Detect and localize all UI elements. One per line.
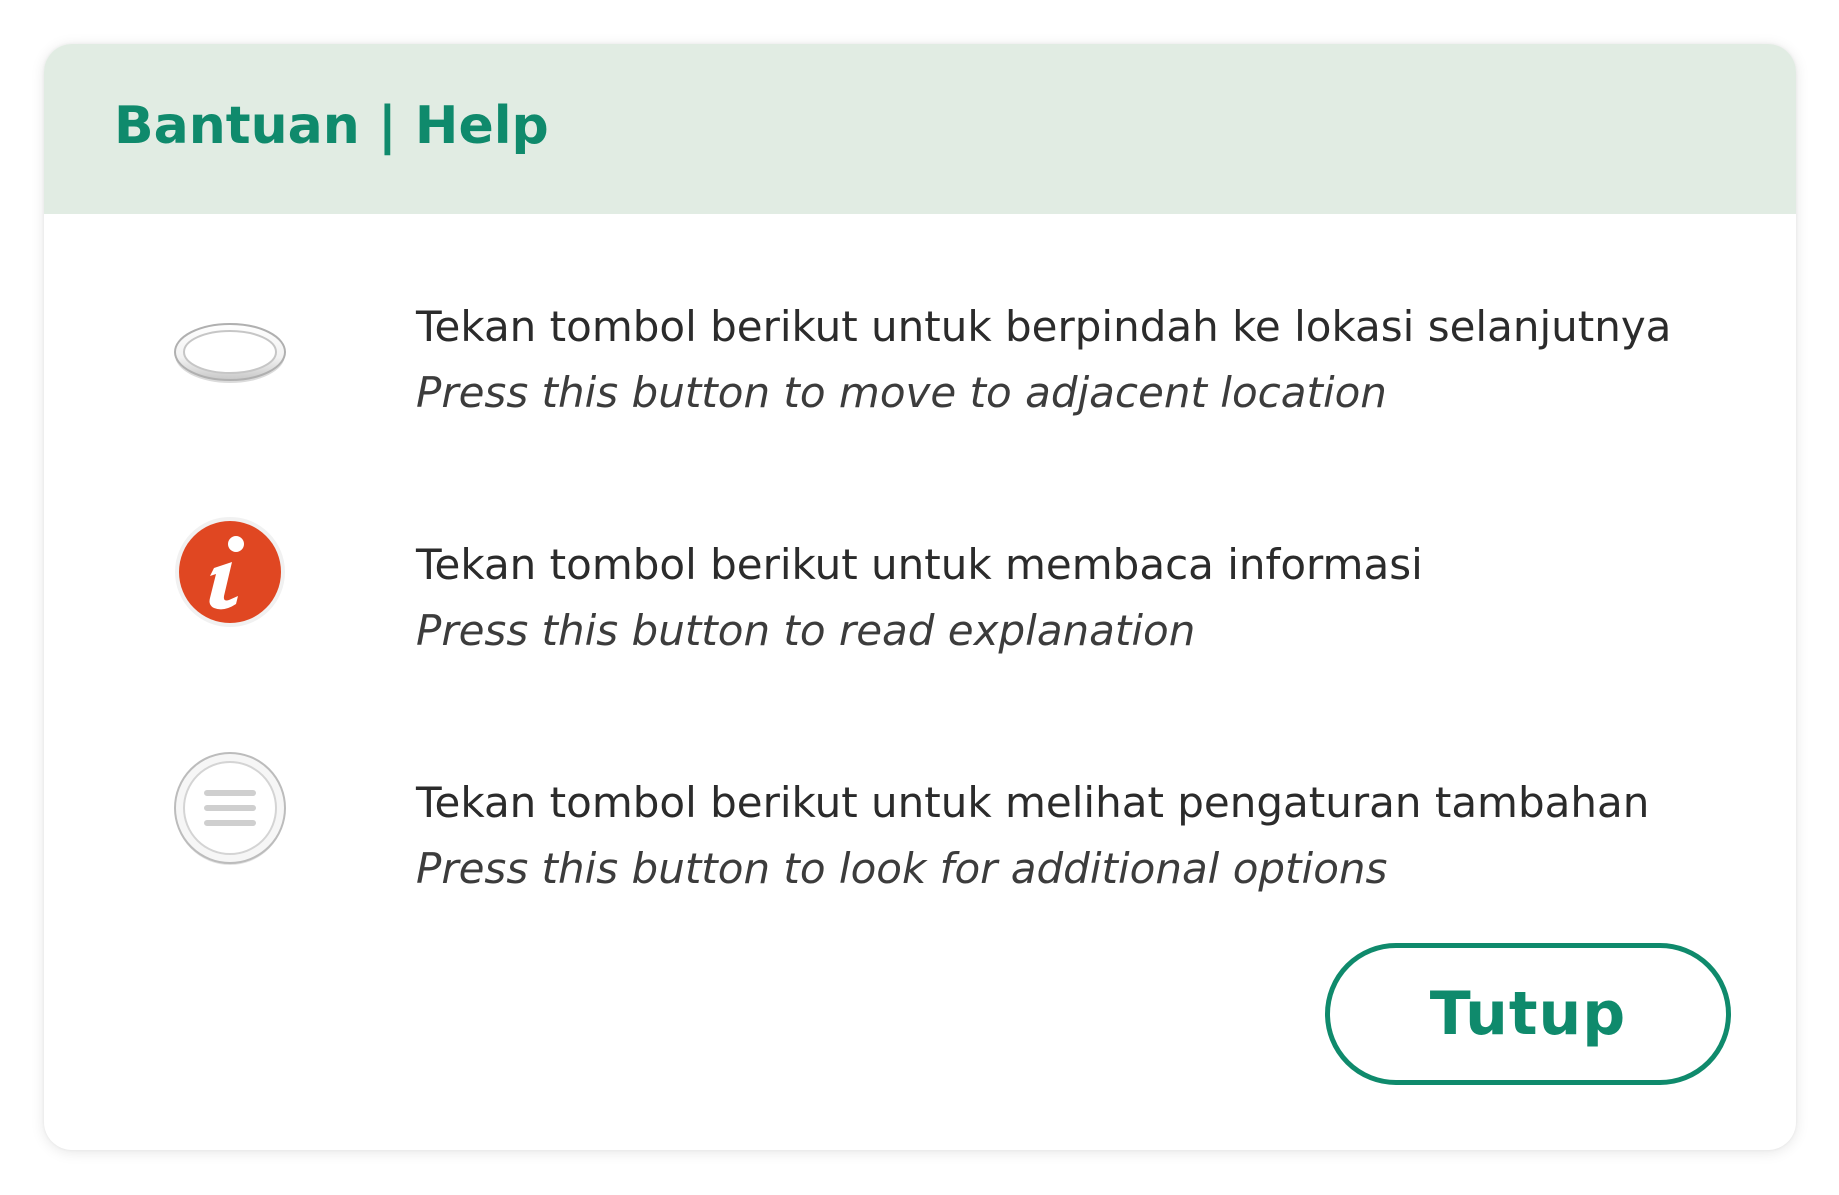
stage: Bantuan | Help Tekan tombol berikut untu… — [0, 0, 1839, 1195]
dialog-title: Bantuan | Help — [114, 96, 549, 156]
help-item-primary: Tekan tombol berikut untuk berpindah ke … — [416, 302, 1672, 351]
help-item-options: Tekan tombol berikut untuk melihat penga… — [44, 752, 1796, 950]
help-item-navigation: Tekan tombol berikut untuk berpindah ke … — [44, 294, 1796, 474]
help-item-text: Tekan tombol berikut untuk membaca infor… — [416, 532, 1756, 664]
help-item-secondary: Press this button to move to adjacent lo… — [416, 368, 1387, 417]
help-item-primary: Tekan tombol berikut untuk membaca infor… — [416, 540, 1423, 589]
navigation-ring-icon — [170, 294, 290, 414]
help-item-info: Tekan tombol berikut untuk membaca infor… — [44, 517, 1796, 712]
menu-icon — [170, 748, 290, 868]
close-button[interactable]: Tutup — [1325, 943, 1731, 1085]
help-item-primary: Tekan tombol berikut untuk melihat penga… — [416, 778, 1650, 827]
help-item-text: Tekan tombol berikut untuk melihat penga… — [416, 770, 1756, 902]
help-item-text: Tekan tombol berikut untuk berpindah ke … — [416, 294, 1756, 426]
help-item-secondary: Press this button to look for additional… — [416, 844, 1388, 893]
close-button-label: Tutup — [1429, 979, 1627, 1049]
help-dialog: Bantuan | Help Tekan tombol berikut untu… — [44, 44, 1796, 1150]
dialog-header: Bantuan | Help — [44, 44, 1796, 214]
help-item-secondary: Press this button to read explanation — [416, 606, 1196, 655]
info-icon — [170, 512, 290, 632]
